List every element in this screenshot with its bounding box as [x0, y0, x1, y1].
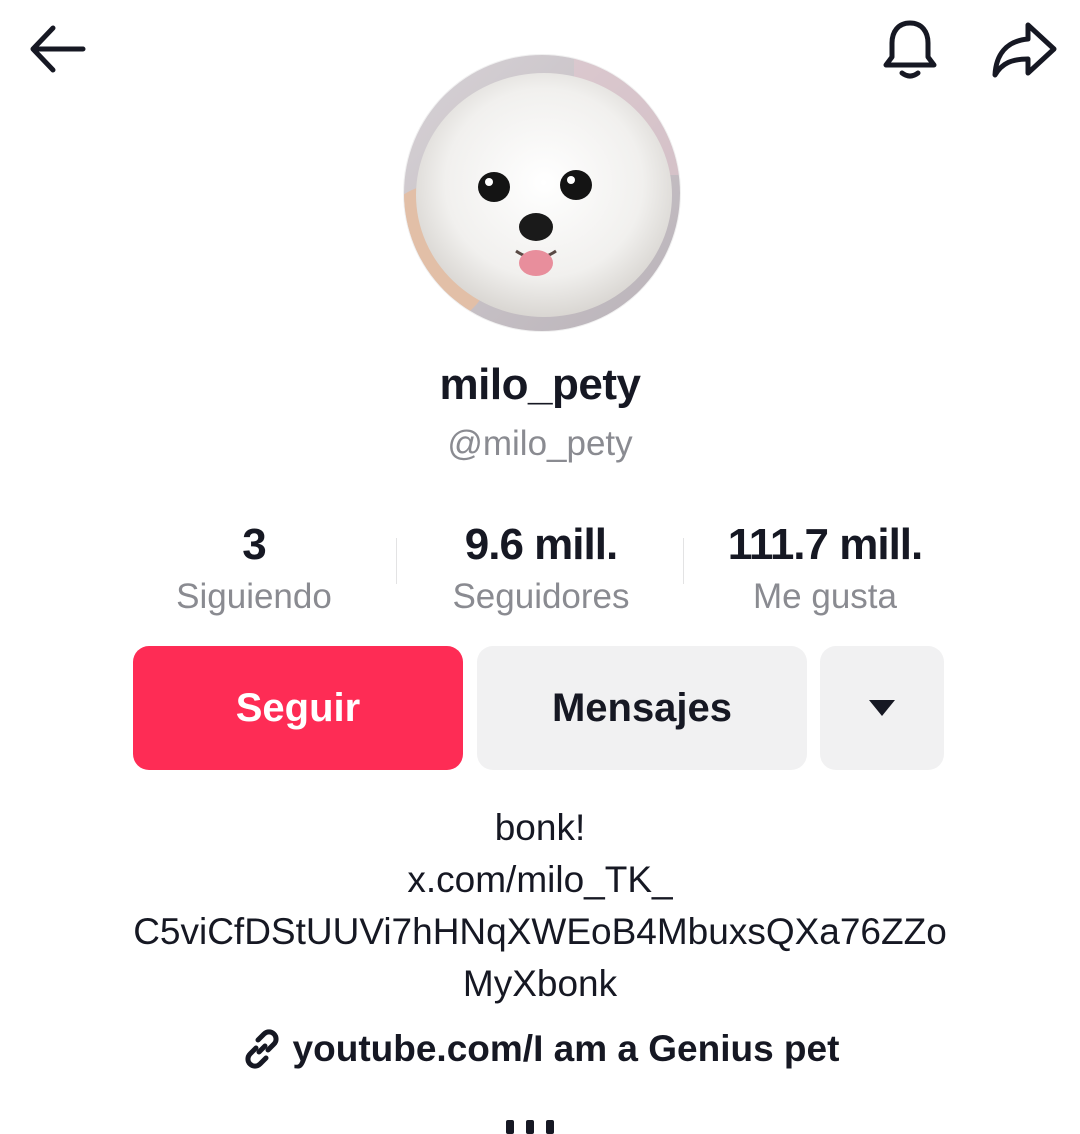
share-arrow-icon — [992, 22, 1057, 78]
stat-divider — [396, 538, 397, 584]
dog-avatar-image — [404, 55, 680, 331]
following-count: 3 — [242, 520, 266, 569]
arrow-left-icon — [30, 25, 86, 73]
stat-following[interactable]: 3 Siguiendo — [134, 518, 374, 620]
profile-link[interactable]: youtube.com/I am a Genius pet — [0, 1028, 1080, 1070]
bio-line: MyXbonk — [462, 963, 618, 1004]
bell-icon — [883, 20, 937, 79]
profile-bio: bonk! x.com/milo_TK_ C5viCfDStUUVi7hHNqX… — [0, 802, 1080, 1010]
more-options-button[interactable] — [820, 646, 944, 770]
followers-label: Seguidores — [452, 577, 630, 616]
likes-label: Me gusta — [753, 577, 897, 616]
stat-divider — [683, 538, 684, 584]
stat-likes: 111.7 mill. Me gusta — [686, 518, 964, 620]
profile-link-text[interactable]: youtube.com/I am a Genius pet — [293, 1028, 840, 1070]
display-name: milo_pety — [439, 360, 641, 409]
caret-down-icon — [869, 700, 895, 716]
notification-button[interactable] — [872, 14, 948, 84]
link-icon — [245, 1029, 279, 1069]
profile-avatar[interactable] — [404, 55, 680, 331]
partial-content-indicator — [506, 1120, 554, 1134]
followers-count: 9.6 mill. — [464, 520, 618, 569]
likes-count: 111.7 mill. — [727, 520, 924, 569]
message-button[interactable]: Mensajes — [477, 646, 807, 770]
following-label: Siguiendo — [176, 577, 332, 616]
back-button[interactable] — [18, 14, 94, 84]
bio-line: x.com/milo_TK_ — [407, 859, 673, 900]
username-handle: @milo_pety — [447, 424, 633, 463]
bio-line: C5viCfDStUUVi7hHNqXWEoB4MbuxsQXa76ZZo — [133, 911, 947, 952]
follow-button[interactable]: Seguir — [133, 646, 463, 770]
share-button[interactable] — [984, 14, 1064, 84]
bio-line: bonk! — [494, 807, 586, 848]
stat-followers[interactable]: 9.6 mill. Seguidores — [410, 518, 672, 620]
